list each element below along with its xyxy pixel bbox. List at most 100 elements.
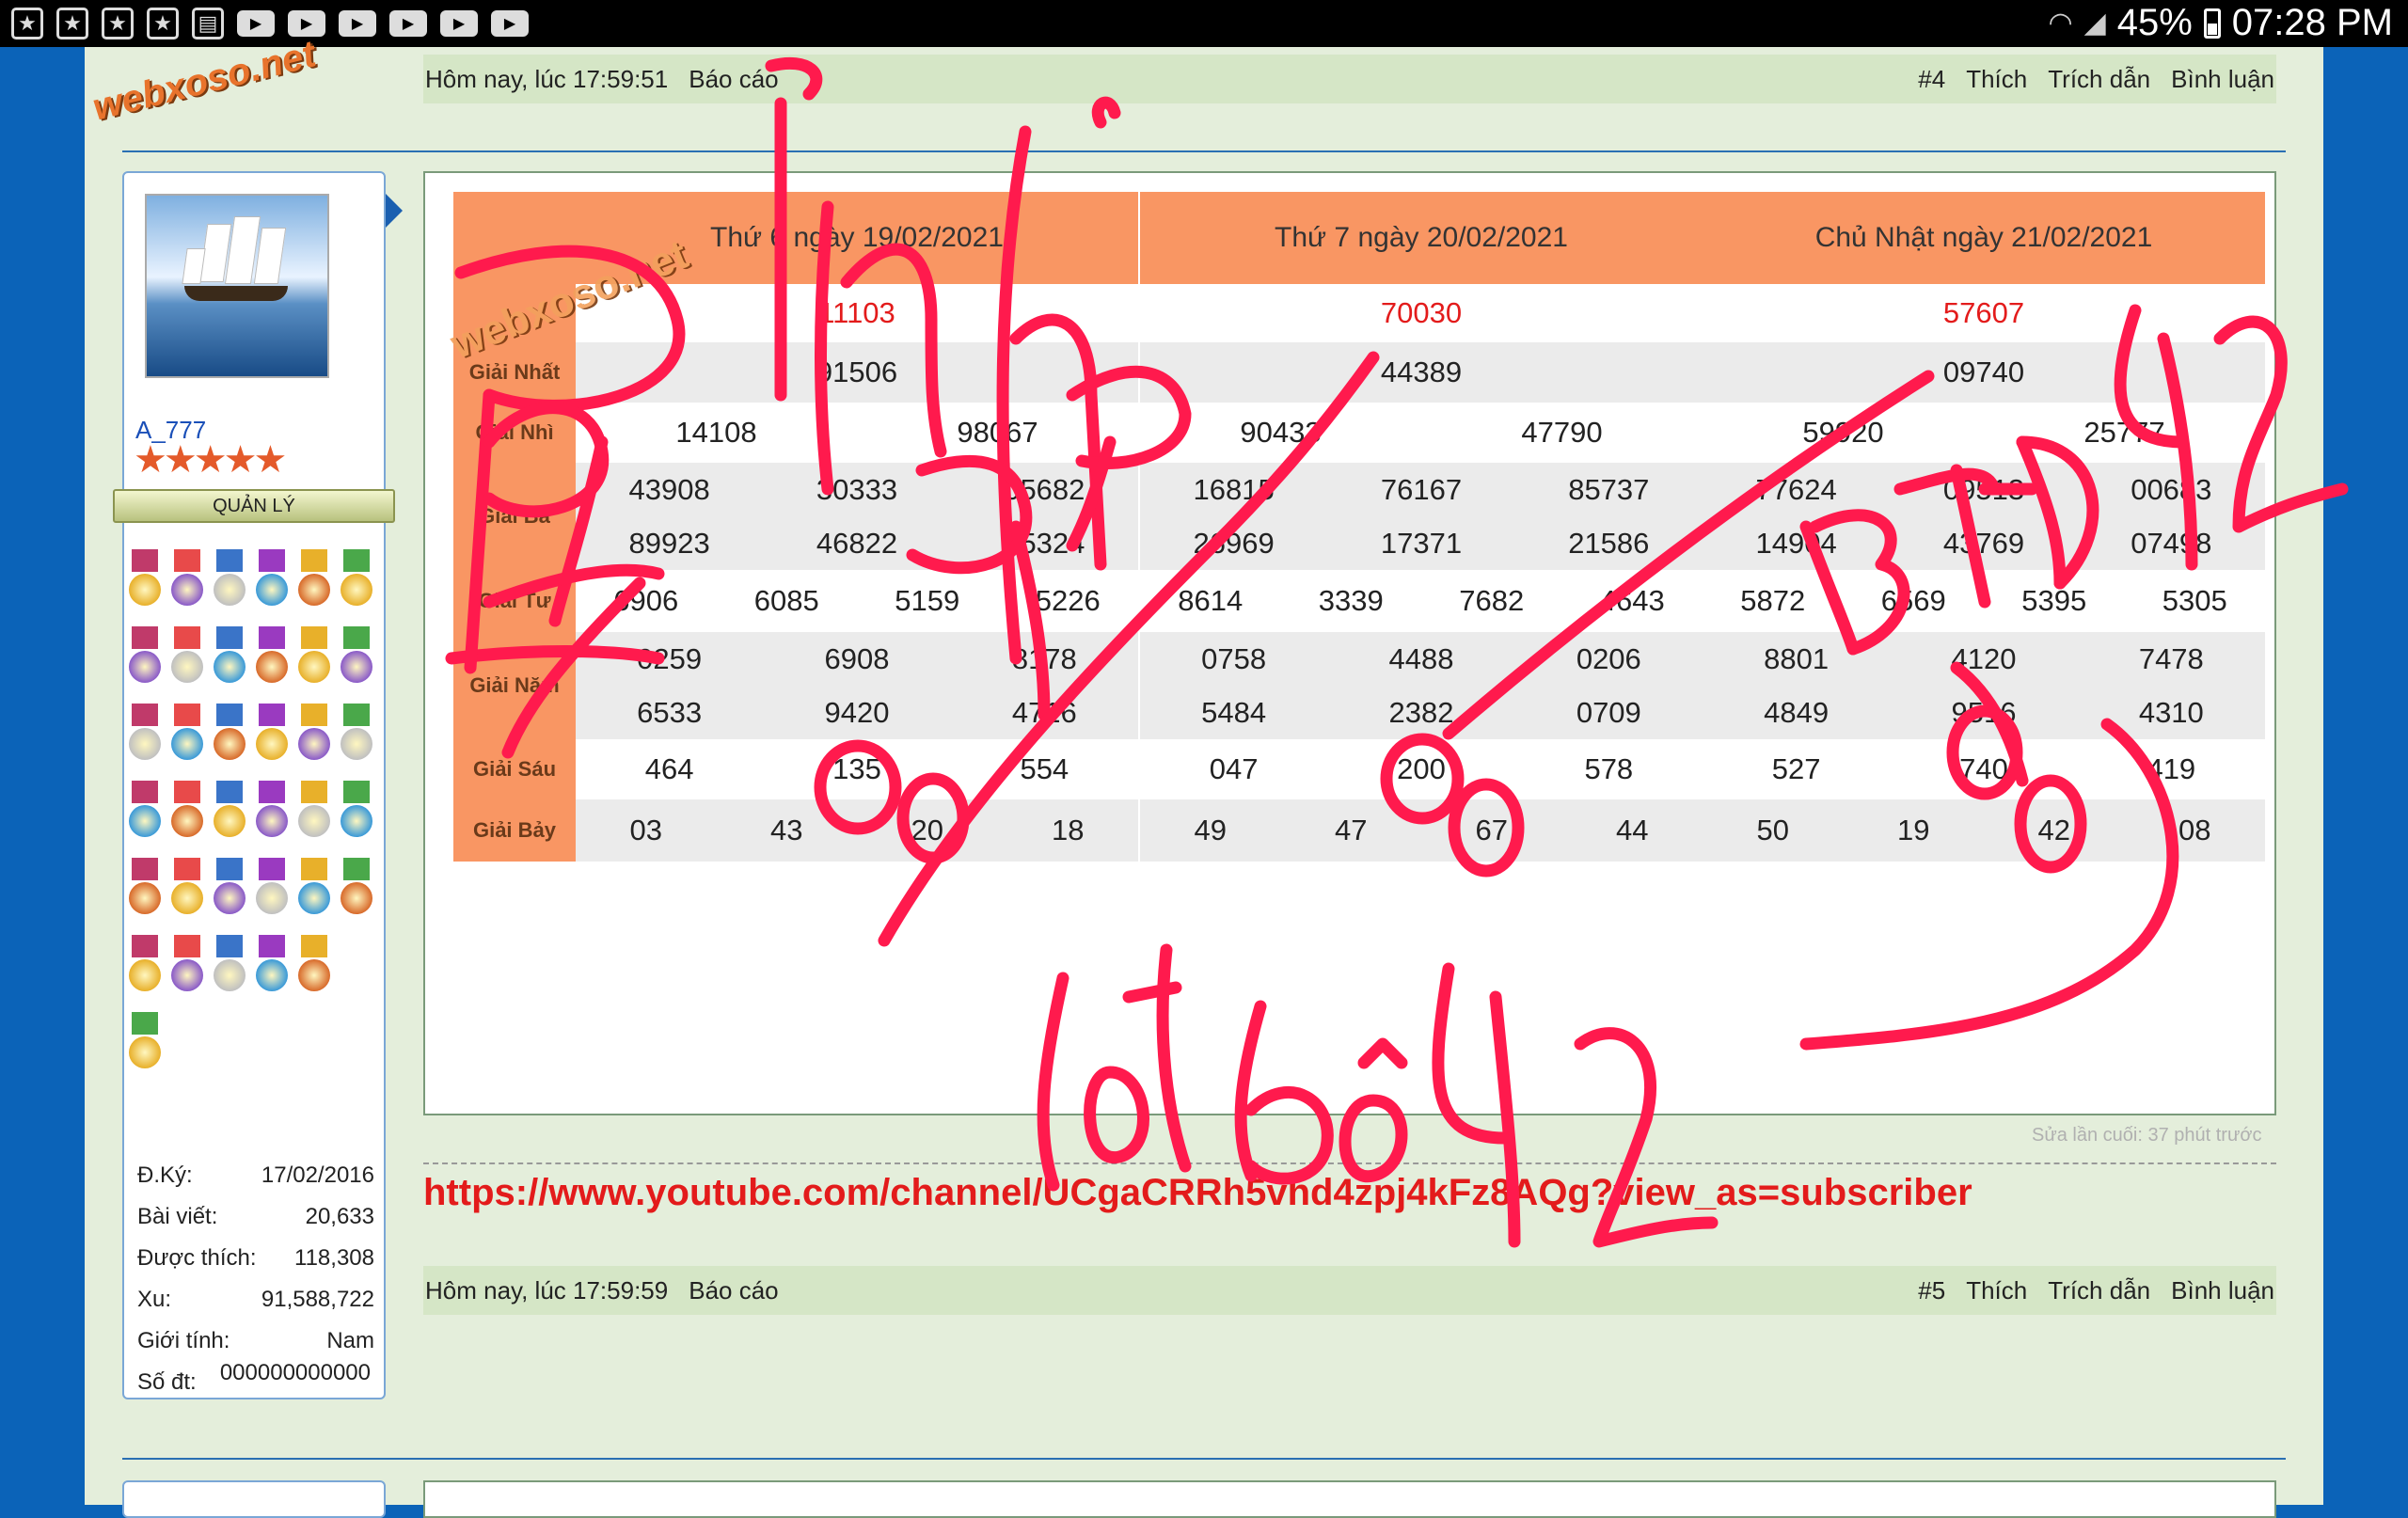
prize-number: 464 [644,752,694,785]
signal-icon: ◢ [2083,8,2106,39]
like-link[interactable]: Thích [1966,1276,2027,1305]
prize-number: 26969 [1193,526,1275,560]
avatar[interactable] [145,194,329,378]
prize-label: Giải Bảy [453,799,576,862]
medal-icon [297,626,331,683]
medal-icon [213,858,246,914]
prize-number: 16815 [1193,472,1275,506]
prize-number: 0758 [1201,641,1267,675]
report-link[interactable]: Báo cáo [689,1276,778,1305]
prize-number: 527 [1771,752,1821,785]
post-4-footer: Hôm nay, lúc 17:59:51 Báo cáo #4 Thích T… [423,55,2276,103]
phone-value: 000000000000 [219,1360,371,1385]
next-user-panel [122,1480,386,1518]
prize-number: 4716 [1011,695,1077,729]
medal-icon [213,781,246,837]
medal-icon [213,935,246,991]
prize-number: 8614 [1178,584,1244,617]
prize-number: 9420 [824,695,890,729]
youtube-icon: ▶ [440,10,478,37]
medal-icon [170,704,204,760]
prize-number: 7478 [2138,641,2204,675]
forum-page: webxoso.net Hôm nay, lúc 17:59:51 Báo cá… [85,33,2323,1518]
medal-icon [128,549,162,606]
clock: 07:28 PM [2231,2,2393,43]
post-divider [122,150,2286,152]
prize-number: 43 [770,814,803,846]
prize-number: 08 [2178,814,2211,846]
prize-number: 4488 [1388,641,1454,675]
medal-icon [213,704,246,760]
prize-number: 6533 [637,695,703,729]
medal-icon [255,626,289,683]
prize-number: 7682 [1459,584,1525,617]
medal-icon [255,858,289,914]
quote-link[interactable]: Trích dẫn [2048,65,2150,94]
like-link[interactable]: Thích [1966,65,2027,94]
prize-number: 98067 [957,416,1038,449]
medal-icon [297,935,331,991]
prize-number: 42 [2037,814,2070,846]
comment-link[interactable]: Bình luận [2171,1276,2274,1305]
youtube-icon: ▶ [389,10,427,37]
prize-number: 85737 [1568,472,1650,506]
post-5-footer: Hôm nay, lúc 17:59:59 Báo cáo #5 Thích T… [423,1266,2276,1315]
prize-number: 554 [1020,752,1069,785]
quote-link[interactable]: Trích dẫn [2048,1276,2150,1305]
wifi-icon: ◠ [2048,8,2073,39]
special-prize-number: 70030 [1380,296,1463,329]
prize-number: 00683 [2131,472,2212,506]
medal-icon [297,704,331,760]
stat-row: Giới tính: Nam [137,1328,374,1353]
star-app-icon: ★ [11,8,43,40]
prize-number: 17371 [1380,526,1463,560]
prize-number: 5226 [1035,584,1101,617]
prize-number: 419 [2147,752,2196,785]
prize-number: 91506 [816,356,898,388]
stat-row: Xu: 91,588,722 [137,1287,374,1312]
prize-number: 25777 [2083,416,2165,449]
medal-icon [128,626,162,683]
prize-number: 09513 [1942,472,2025,506]
prize-number: 135 [832,752,881,785]
medal-icon [128,1012,162,1068]
medal-icon [170,781,204,837]
post-time[interactable]: Hôm nay, lúc 17:59:59 [425,1276,668,1305]
prize-number: 5305 [2162,584,2227,617]
star-app-icon: ★ [102,8,134,40]
prize-number: 47790 [1521,416,1603,449]
stat-row: Đ.Ký: 17/02/2016 [137,1162,374,1188]
prize-number: 18 [1052,814,1085,846]
panel-arrow-icon [386,194,403,228]
medal-icon [255,781,289,837]
prize-number: 05682 [1004,472,1085,506]
report-link[interactable]: Báo cáo [689,65,778,94]
prize-number: 6906 [613,584,679,617]
medal-icon [170,626,204,683]
prize-number: 200 [1397,752,1446,785]
post-divider [122,1458,2286,1460]
prize-number: 3339 [1318,584,1384,617]
site-logo[interactable]: webxoso.net [88,33,320,129]
rank-badge: QUẢN LÝ [113,489,395,523]
post-time[interactable]: Hôm nay, lúc 17:59:51 [425,65,668,94]
comment-link[interactable]: Bình luận [2171,65,2274,94]
prize-number: 89923 [628,526,710,560]
prize-number: 6908 [824,641,890,675]
prize-number: 20 [911,814,943,846]
prize-number: 47 [1335,814,1368,846]
prize-number: 8178 [1011,641,1077,675]
prize-number: 4310 [2138,695,2204,729]
medal-icon [255,549,289,606]
medal-icon [170,549,204,606]
prize-number: 5872 [1740,584,1806,617]
youtube-channel-link[interactable]: https://www.youtube.com/channel/UCgaCRRh… [423,1172,1972,1214]
prize-number: 43769 [1942,526,2025,560]
next-post-content [423,1480,2276,1518]
medal-icon [340,626,373,683]
post-number[interactable]: #4 [1918,65,1945,94]
medal-icon [255,704,289,760]
prize-number: 5484 [1201,695,1267,729]
post-number[interactable]: #5 [1918,1276,1945,1305]
medal-icon [213,626,246,683]
